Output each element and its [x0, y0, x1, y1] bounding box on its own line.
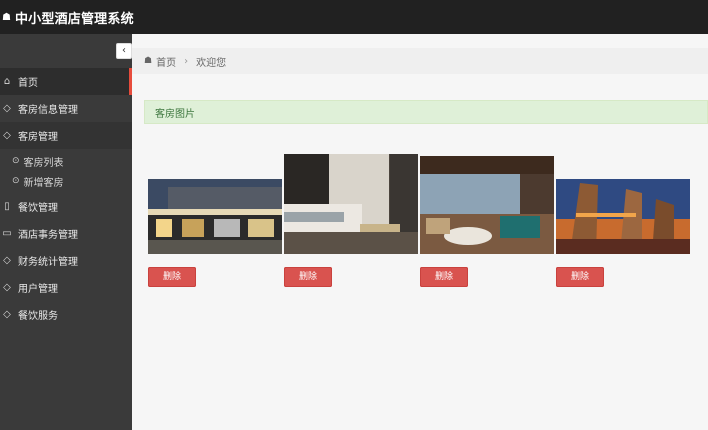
tag-icon: ◇ [3, 130, 11, 141]
sidebar-header: ‹ [0, 34, 132, 68]
submenu-item-room-list[interactable]: ⊙ 客房列表 [0, 151, 132, 171]
delete-photo-1-button[interactable]: 删除 [148, 267, 196, 287]
delete-photo-2-button[interactable]: 删除 [284, 267, 332, 287]
top-bar: ☗ 中小型酒店管理系统 [0, 0, 708, 34]
room-photo-2 [284, 154, 418, 254]
delete-photo-3-button[interactable]: 删除 [420, 267, 468, 287]
home-icon: ☗ [2, 11, 11, 23]
submenu-item-add-room[interactable]: ⊙ 新增客房 [0, 171, 132, 191]
sidebar-item-label: 酒店事务管理 [18, 230, 78, 241]
rooms-submenu: ⊙ 客房列表 ⊙ 新增客房 [0, 149, 132, 193]
book-icon: ▯ [4, 201, 10, 212]
main-content: ☗ 首页 › 欢迎您 客房图片 删除 删除 删除 删除 [132, 34, 708, 430]
room-photo-1 [148, 179, 282, 254]
sidebar-item-label: 财务统计管理 [18, 257, 78, 268]
room-photo-4 [556, 179, 690, 254]
sidebar-item-label: 餐饮服务 [18, 311, 58, 322]
hotel-towers-image [556, 179, 690, 254]
room-photo-gallery: 删除 删除 删除 删除 [132, 34, 708, 430]
sidebar-item-dining-service[interactable]: ◇ 餐饮服务 [0, 301, 132, 328]
sidebar-item-finance[interactable]: ◇ 财务统计管理 [0, 247, 132, 274]
hotel-exterior-image [148, 179, 282, 254]
tag-icon: ◇ [3, 309, 11, 320]
sidebar-item-label: 客房管理 [18, 132, 58, 143]
home-icon: ⌂ [3, 76, 11, 87]
brand[interactable]: ☗ 中小型酒店管理系统 [2, 0, 134, 34]
sidebar-item-users[interactable]: ◇ 用户管理 [0, 274, 132, 301]
tag-icon: ◇ [3, 103, 11, 114]
room-photo-3 [420, 156, 554, 254]
circle-arrow-icon: ⊙ [12, 156, 20, 166]
sidebar-item-label: 首页 [18, 78, 38, 89]
circle-arrow-icon: ⊙ [12, 176, 20, 186]
delete-photo-4-button[interactable]: 删除 [556, 267, 604, 287]
sidebar-item-home[interactable]: ⌂ 首页 [0, 68, 132, 95]
tag-icon: ◇ [3, 282, 11, 293]
app-title: 中小型酒店管理系统 [14, 11, 134, 27]
sidebar-item-dining[interactable]: ▯ 餐饮管理 [0, 193, 132, 220]
sidebar-item-label: 餐饮管理 [18, 203, 58, 214]
sidebar: ‹ ⌂ 首页 ◇ 客房信息管理 ◇ 客房管理 ⊙ 客房列表 ⊙ 新增客房 ▯ 餐… [0, 34, 132, 430]
submenu-item-label: 客房列表 [23, 157, 64, 169]
hotel-bedroom-image [284, 154, 418, 254]
sidebar-item-label: 用户管理 [18, 284, 58, 295]
submenu-item-label: 新增客房 [23, 177, 64, 189]
folder-icon: ▭ [2, 228, 12, 239]
sidebar-item-room-info[interactable]: ◇ 客房信息管理 [0, 95, 132, 122]
tag-icon: ◇ [3, 255, 11, 266]
collapse-sidebar-button[interactable]: ‹ [116, 43, 132, 59]
sidebar-nav: ⌂ 首页 ◇ 客房信息管理 ◇ 客房管理 ⊙ 客房列表 ⊙ 新增客房 ▯ 餐饮管… [0, 68, 132, 328]
sidebar-item-rooms[interactable]: ◇ 客房管理 [0, 122, 132, 149]
sidebar-item-affairs[interactable]: ▭ 酒店事务管理 [0, 220, 132, 247]
sidebar-item-label: 客房信息管理 [18, 105, 78, 116]
hotel-lounge-image [420, 156, 554, 254]
